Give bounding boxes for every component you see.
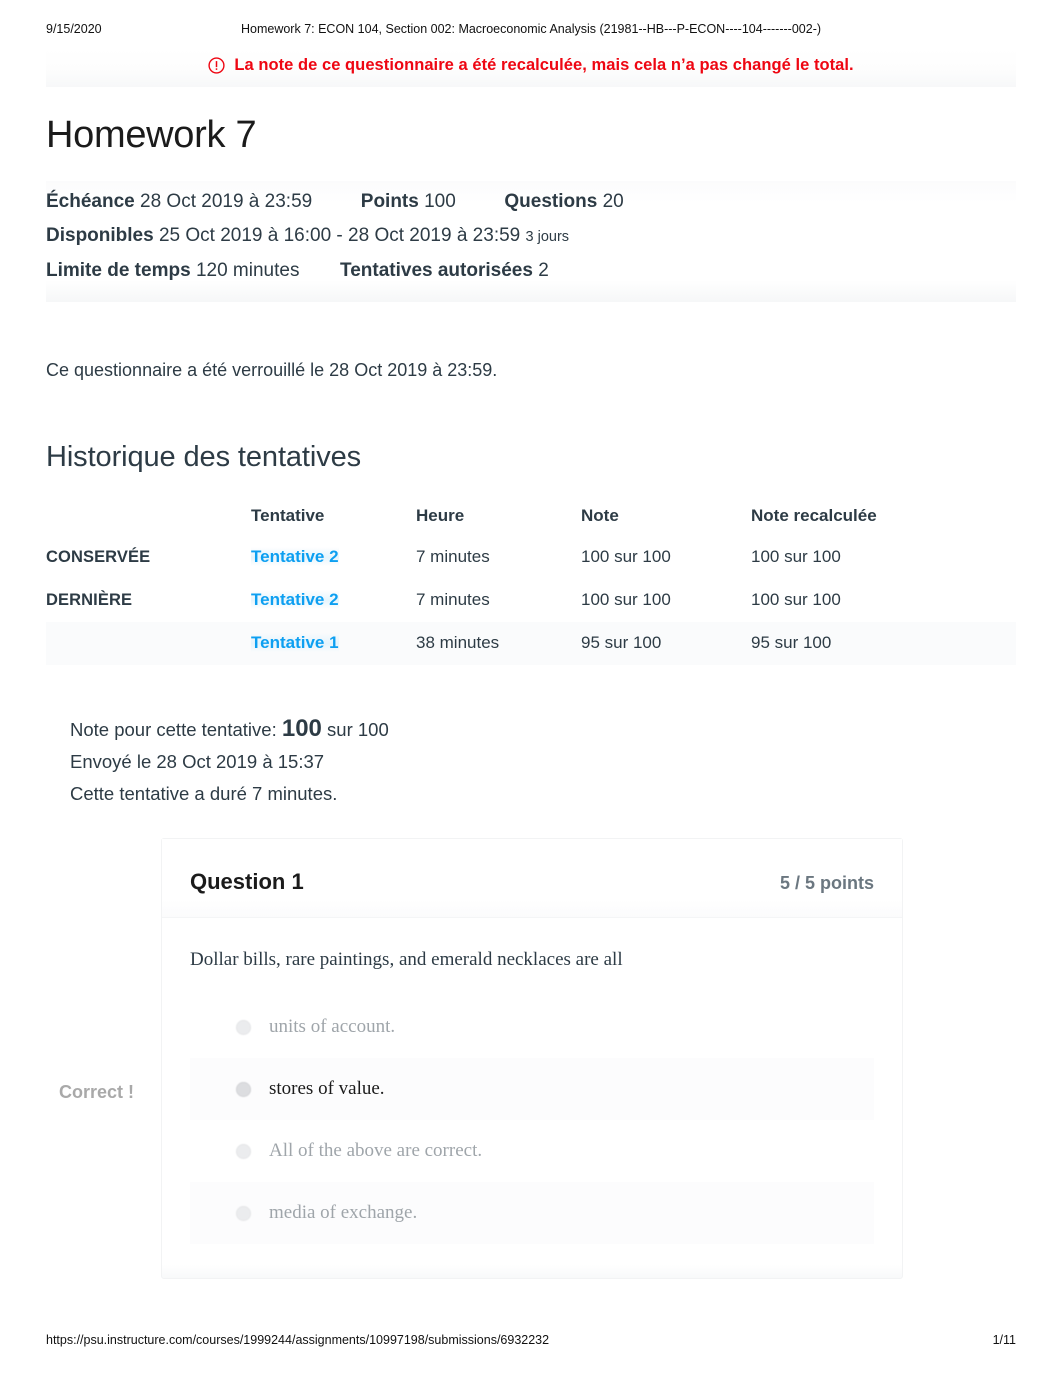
column-header-kept xyxy=(46,496,251,536)
quiz-meta-block: Échéance 28 Oct 2019 à 23:59 Points 100 … xyxy=(46,180,1016,302)
attempt-rescored: 100 sur 100 xyxy=(751,590,841,610)
answer-option-selected[interactable]: stores of value. xyxy=(190,1058,874,1121)
question-correct-flag: Correct ! xyxy=(59,1081,135,1102)
attempt-duration-line: Cette tentative a duré 7 minutes. xyxy=(70,782,338,804)
time-limit-value: 120 minutes xyxy=(195,259,300,281)
radio-button-icon[interactable] xyxy=(236,1081,251,1097)
print-footer: https://psu.instructure.com/courses/1999… xyxy=(0,1333,1062,1349)
radio-button-icon[interactable] xyxy=(236,1019,251,1035)
page-title: Homework 7 xyxy=(46,114,257,156)
radio-button-icon[interactable] xyxy=(236,1205,251,1221)
answer-option[interactable]: units of account. xyxy=(190,996,874,1058)
print-footer-url: https://psu.instructure.com/courses/1999… xyxy=(46,1333,550,1347)
points-label: Points xyxy=(360,190,419,212)
kept-badge: CONSERVÉE xyxy=(46,548,151,567)
question-points: 5 / 5 points xyxy=(779,872,874,893)
attempt-time: 7 minutes xyxy=(416,590,490,610)
answer-option[interactable]: All of the above are correct. xyxy=(190,1120,874,1182)
available-label: Disponibles xyxy=(46,224,154,246)
attempt-score-prefix: Note pour cette tentative: xyxy=(70,718,277,740)
page-content: La note de ce questionnaire a été recalc… xyxy=(0,48,1062,1288)
question-header: Question 1 5 / 5 points xyxy=(162,838,902,918)
table-header-row: Tentative Heure Note Note recalculée xyxy=(46,496,1016,536)
due-value: 28 Oct 2019 à 23:59 xyxy=(140,190,313,212)
column-header-time: Heure xyxy=(416,505,465,525)
rescore-alert-banner: La note de ce questionnaire a été recalc… xyxy=(46,48,1016,87)
question-body: Dollar bills, rare paintings, and emeral… xyxy=(162,918,902,1279)
exclamation-circle-icon xyxy=(208,57,225,74)
print-footer-page-number: 1/11 xyxy=(992,1333,1016,1347)
print-header: 9/15/2020 Homework 7: ECON 104, Section … xyxy=(0,22,1062,38)
attempt-score-value: 100 xyxy=(281,714,322,742)
table-row: CONSERVÉE Tentative 2 7 minutes 100 sur … xyxy=(46,536,1016,579)
attempt-history-table-wrap: Tentative Heure Note Note recalculée CON… xyxy=(46,495,1016,665)
attempt-time: 7 minutes xyxy=(416,547,490,567)
answer-option[interactable]: media of exchange. xyxy=(190,1182,874,1245)
attempt-submitted-line: Envoyé le 28 Oct 2019 à 15:37 xyxy=(70,750,325,772)
points-value: 100 xyxy=(424,190,456,212)
attempt-history-table: Tentative Heure Note Note recalculée CON… xyxy=(46,496,1016,665)
attempt-score-suffix: sur 100 xyxy=(327,718,389,740)
attempt-score: 100 sur 100 xyxy=(581,590,671,610)
answer-label: media of exchange. xyxy=(269,1201,418,1223)
answer-label: units of account. xyxy=(269,1015,396,1037)
question-container: Question 1 5 / 5 points Dollar bills, ra… xyxy=(161,837,903,1280)
column-header-score: Note xyxy=(581,505,619,525)
answer-list: units of account. stores of value. All o… xyxy=(190,996,874,1278)
printed-quiz-page: 9/15/2020 Homework 7: ECON 104, Section … xyxy=(0,0,1062,1377)
quiz-meta-row-timelimit: Limite de temps 120 minutes Tentatives a… xyxy=(46,254,1016,288)
table-row: Tentative 1 38 minutes 95 sur 100 95 sur… xyxy=(46,621,1016,665)
available-duration: 3 jours xyxy=(525,228,570,245)
quiz-meta-row-available: Disponibles 25 Oct 2019 à 16:00 - 28 Oct… xyxy=(46,219,1016,254)
attempt-rescored: 100 sur 100 xyxy=(751,547,841,567)
attempts-allowed-value: 2 xyxy=(538,259,549,281)
question-name: Question 1 xyxy=(190,868,304,894)
column-header-attempt: Tentative xyxy=(251,505,325,525)
answer-label: stores of value. xyxy=(269,1077,385,1099)
rescore-alert-message: La note de ce questionnaire a été recalc… xyxy=(234,56,854,74)
attempt-link[interactable]: Tentative 2 xyxy=(251,590,339,610)
attempt-history-heading: Historique des tentatives xyxy=(46,440,362,473)
radio-button-icon[interactable] xyxy=(236,1143,251,1159)
due-label: Échéance xyxy=(46,190,135,212)
questions-value: 20 xyxy=(602,190,624,212)
attempt-time: 38 minutes xyxy=(416,621,581,665)
quiz-meta-row-due: Échéance 28 Oct 2019 à 23:59 Points 100 … xyxy=(46,185,1016,219)
questions-label: Questions xyxy=(504,190,598,212)
question-text: Dollar bills, rare paintings, and emeral… xyxy=(190,948,623,970)
attempt-summary: Note pour cette tentative: 100 sur 100 E… xyxy=(70,713,1062,810)
answer-label: All of the above are correct. xyxy=(269,1139,483,1161)
print-document-title: Homework 7: ECON 104, Section 002: Macro… xyxy=(240,22,822,36)
attempt-score: 100 sur 100 xyxy=(581,547,671,567)
time-limit-label: Limite de temps xyxy=(46,259,191,281)
column-header-rescored: Note recalculée xyxy=(751,505,877,525)
question-area: Correct ! Question 1 5 / 5 points Dollar… xyxy=(0,837,1062,1288)
attempt-score: 95 sur 100 xyxy=(581,621,751,665)
attempt-link[interactable]: Tentative 1 xyxy=(251,633,339,653)
attempt-score-line: Note pour cette tentative: 100 sur 100 xyxy=(70,713,1062,746)
attempt-rescored: 95 sur 100 xyxy=(751,621,1016,665)
kept-badge: DERNIÈRE xyxy=(46,591,133,610)
attempt-link[interactable]: Tentative 2 xyxy=(251,547,339,567)
quiz-locked-notice: Ce questionnaire a été verrouillé le 28 … xyxy=(46,359,498,380)
attempts-allowed-label: Tentatives autorisées xyxy=(340,259,533,281)
table-row: DERNIÈRE Tentative 2 7 minutes 100 sur 1… xyxy=(46,579,1016,622)
available-value: 25 Oct 2019 à 16:00 - 28 Oct 2019 à 23:5… xyxy=(158,224,521,246)
